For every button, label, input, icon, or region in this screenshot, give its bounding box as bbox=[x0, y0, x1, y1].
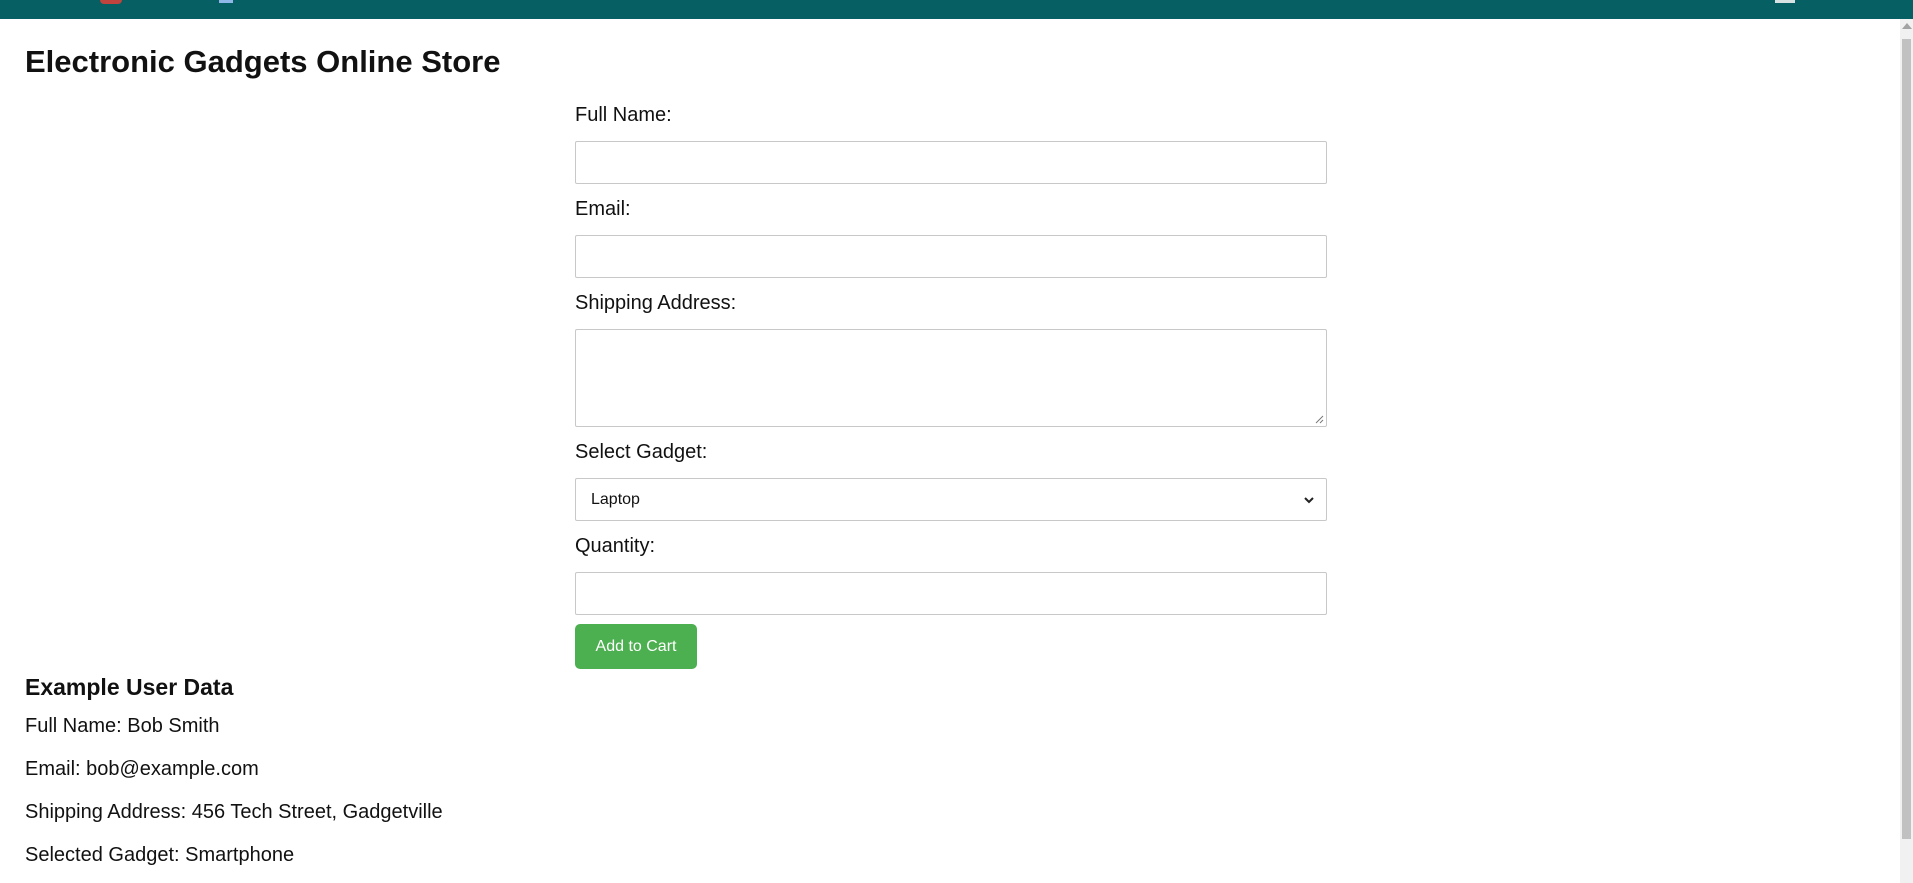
order-form: Full Name: Email: Shipping Address: Sele… bbox=[575, 99, 1327, 669]
resize-grip-icon[interactable] bbox=[1314, 414, 1324, 424]
chevron-down-icon bbox=[1304, 497, 1314, 504]
full-name-input[interactable] bbox=[575, 141, 1327, 184]
gadget-select-value: Laptop bbox=[591, 491, 640, 508]
scrollbar-thumb[interactable] bbox=[1902, 39, 1911, 839]
browser-top-bar bbox=[0, 0, 1913, 19]
gadget-select[interactable]: Laptop bbox=[575, 478, 1327, 521]
shipping-address-label: Shipping Address: bbox=[575, 292, 737, 314]
add-to-cart-button[interactable]: Add to Cart bbox=[575, 624, 697, 669]
quantity-label: Quantity: bbox=[575, 535, 656, 557]
example-selected-gadget: Selected Gadget: Smartphone bbox=[25, 844, 295, 866]
vertical-scrollbar[interactable] bbox=[1900, 19, 1913, 883]
quantity-input[interactable] bbox=[575, 572, 1327, 615]
page-title: Electronic Gadgets Online Store bbox=[25, 44, 501, 79]
select-gadget-label: Select Gadget: bbox=[575, 441, 708, 463]
page-content: Electronic Gadgets Online Store Full Nam… bbox=[25, 19, 1895, 883]
browser-tab-icon[interactable] bbox=[100, 0, 122, 4]
email-label: Email: bbox=[575, 198, 631, 220]
example-email: Email: bob@example.com bbox=[25, 758, 259, 780]
scroll-up-icon[interactable] bbox=[1902, 23, 1912, 29]
browser-bookmark-icon[interactable] bbox=[219, 0, 233, 3]
browser-toolbar-icon[interactable] bbox=[1775, 0, 1795, 3]
email-input[interactable] bbox=[575, 235, 1327, 278]
shipping-address-textarea[interactable] bbox=[575, 329, 1327, 427]
full-name-label: Full Name: bbox=[575, 104, 672, 126]
example-user-data: Example User Data Full Name: Bob Smith E… bbox=[25, 669, 443, 877]
example-full-name: Full Name: Bob Smith bbox=[25, 715, 220, 737]
example-shipping-address: Shipping Address: 456 Tech Street, Gadge… bbox=[25, 801, 443, 823]
example-title: Example User Data bbox=[25, 674, 234, 700]
